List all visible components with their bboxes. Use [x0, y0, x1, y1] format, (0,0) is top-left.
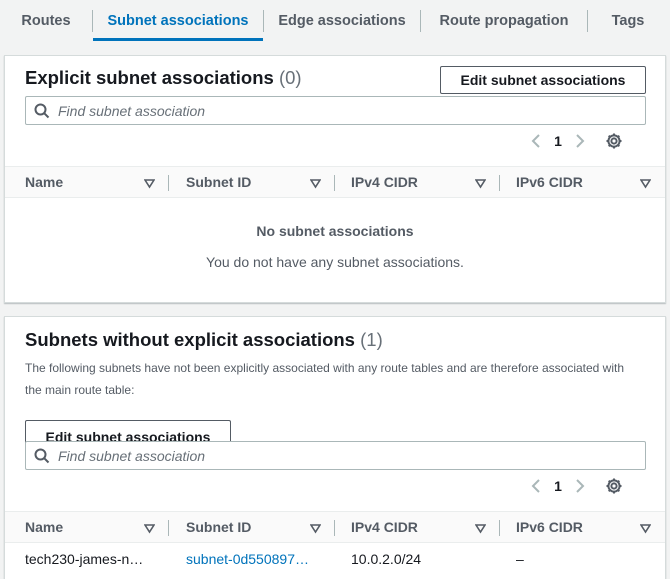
column-header-ipv4-cidr[interactable]: IPv4 CIDR	[351, 167, 418, 197]
table-header: Name Subnet ID IPv4 CIDR IPv6 CIDR	[5, 511, 665, 543]
table-row[interactable]: tech230-james-n… subnet-0d550897… 10.0.2…	[5, 544, 665, 574]
panel-count: (1)	[360, 329, 383, 350]
tab-edge-associations[interactable]: Edge associations	[264, 0, 420, 42]
page-number[interactable]: 1	[549, 133, 567, 149]
column-header-subnet-id[interactable]: Subnet ID	[186, 167, 251, 197]
column-divider[interactable]	[334, 175, 335, 191]
column-header-ipv4-cidr[interactable]: IPv4 CIDR	[351, 512, 418, 542]
gear-icon[interactable]	[605, 132, 623, 150]
sort-caret-icon[interactable]	[143, 176, 156, 194]
sort-caret-icon[interactable]	[639, 176, 652, 194]
search-placeholder: Find subnet association	[58, 102, 206, 119]
subnet-id-link[interactable]: subnet-0d550897…	[186, 551, 309, 567]
chevron-left-icon[interactable]	[523, 478, 549, 494]
tab-tags[interactable]: Tags	[588, 0, 668, 42]
column-header-ipv6-cidr[interactable]: IPv6 CIDR	[516, 167, 583, 197]
panel-title-text: Explicit subnet associations	[25, 67, 274, 88]
sort-caret-icon[interactable]	[309, 176, 322, 194]
chevron-left-icon[interactable]	[523, 133, 549, 149]
table-header: Name Subnet ID IPv4 CIDR IPv6 CIDR	[5, 166, 665, 198]
tab-label: Route propagation	[439, 13, 569, 29]
search-icon	[26, 448, 58, 464]
search-icon	[26, 103, 58, 119]
chevron-right-icon[interactable]	[567, 478, 593, 494]
search-input[interactable]: Find subnet association	[25, 96, 646, 125]
sort-caret-icon[interactable]	[474, 176, 487, 194]
tab-routes[interactable]: Routes	[0, 0, 92, 42]
tab-bar: Routes Subnet associations Edge associat…	[0, 0, 670, 42]
sort-caret-icon[interactable]	[309, 521, 322, 539]
column-header-name[interactable]: Name	[25, 167, 63, 197]
column-divider[interactable]	[168, 520, 169, 536]
tab-route-propagation[interactable]: Route propagation	[421, 0, 587, 42]
column-header-name[interactable]: Name	[25, 512, 63, 542]
column-divider[interactable]	[499, 520, 500, 536]
empty-state-title: No subnet associations	[256, 223, 414, 239]
cell-name: tech230-james-n…	[25, 551, 144, 567]
explicit-associations-panel: Explicit subnet associations (0) Edit su…	[4, 55, 666, 303]
chevron-right-icon[interactable]	[567, 133, 593, 149]
column-divider[interactable]	[334, 520, 335, 536]
tab-label: Edge associations	[278, 13, 406, 29]
panel-description: The following subnets have not been expl…	[25, 361, 625, 397]
subnets-without-associations-panel: Subnets without explicit associations (1…	[4, 316, 666, 579]
tab-label: Tags	[611, 13, 645, 29]
empty-state-text: You do not have any subnet associations.	[206, 254, 464, 270]
sort-caret-icon[interactable]	[474, 521, 487, 539]
panel-title: Subnets without explicit associations (1…	[25, 329, 383, 351]
panel-count: (0)	[278, 67, 302, 88]
edit-subnet-associations-button[interactable]: Edit subnet associations	[440, 66, 646, 94]
tab-label: Subnet associations	[107, 13, 249, 29]
search-input[interactable]: Find subnet association	[25, 441, 646, 470]
column-header-subnet-id[interactable]: Subnet ID	[186, 512, 251, 542]
column-divider[interactable]	[499, 175, 500, 191]
pagination: 1	[523, 477, 623, 495]
column-divider[interactable]	[168, 175, 169, 191]
search-placeholder: Find subnet association	[58, 447, 206, 464]
panel-title-text: Subnets without explicit associations	[25, 329, 355, 350]
page-number[interactable]: 1	[549, 478, 567, 494]
tab-subnet-associations[interactable]: Subnet associations	[93, 0, 263, 42]
gear-icon[interactable]	[605, 477, 623, 495]
tab-label: Routes	[21, 13, 71, 29]
column-header-ipv6-cidr[interactable]: IPv6 CIDR	[516, 512, 583, 542]
cell-ipv6-cidr: –	[516, 551, 524, 567]
cell-ipv4-cidr: 10.0.2.0/24	[351, 551, 422, 567]
panel-title: Explicit subnet associations (0)	[25, 67, 302, 89]
pagination: 1	[523, 132, 623, 150]
sort-caret-icon[interactable]	[143, 521, 156, 539]
sort-caret-icon[interactable]	[639, 521, 652, 539]
